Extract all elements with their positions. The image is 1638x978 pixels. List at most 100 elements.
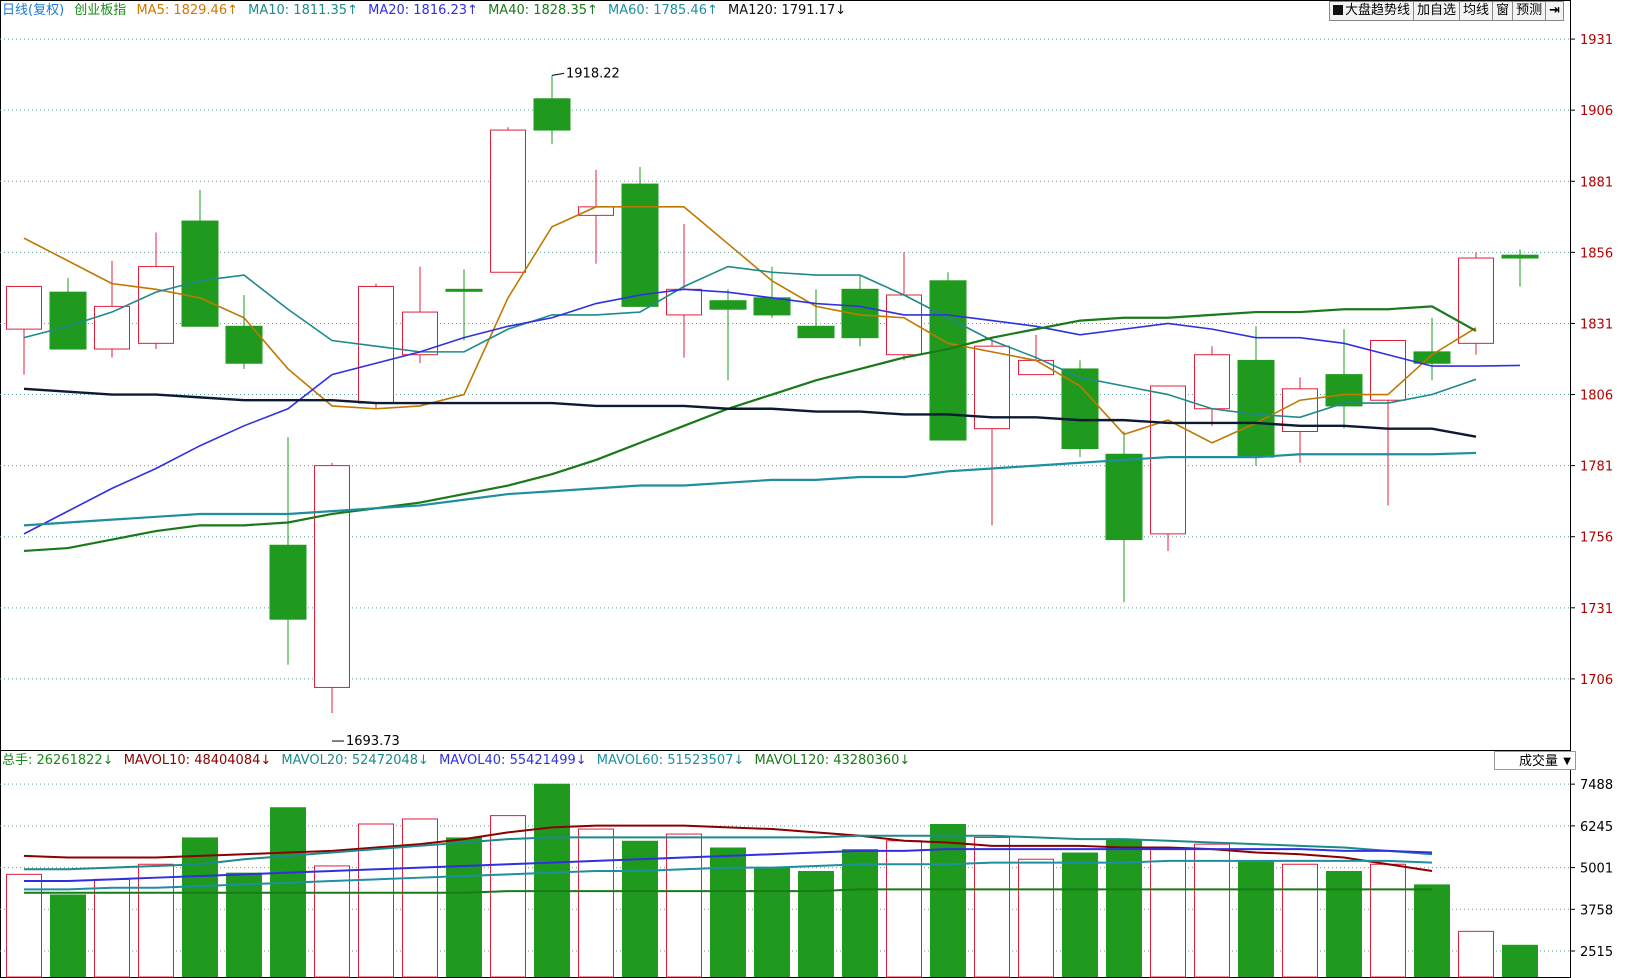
- volume-bar: [1458, 930, 1494, 978]
- volume-bar: [138, 863, 174, 978]
- mavol120-value: MAVOL120: 43280360↓: [754, 753, 911, 768]
- ma120-value: MA120: 1791.17↓: [728, 3, 847, 18]
- volume-bar: [622, 840, 658, 977]
- candle-body: [709, 300, 747, 310]
- candle-body: [1325, 374, 1363, 407]
- candle-body: [269, 544, 307, 620]
- volume-bar: [1018, 858, 1054, 978]
- candle-body: [49, 291, 87, 350]
- candle-body: [445, 288, 483, 292]
- volume-bar: [886, 840, 922, 978]
- volume-tick-label: 6245: [1580, 820, 1613, 835]
- volume-bar: [842, 849, 878, 977]
- volume-tick-label: 2515: [1580, 945, 1613, 960]
- candle-body: [490, 129, 526, 273]
- candle-body: [533, 98, 571, 131]
- volume-bar: [1194, 843, 1230, 978]
- volume-bar: [930, 824, 966, 977]
- price-tick-label: 1706: [1580, 673, 1613, 688]
- ma20-value: MA20: 1816.23↑: [368, 3, 478, 18]
- candle-body: [181, 220, 219, 327]
- toolbar: 大盘趋势线 加自选 均线 窗 预测 ⇥: [1329, 1, 1564, 21]
- mavol60-value: MAVOL60: 51523507↓: [596, 753, 745, 768]
- price-tick-label: 1906: [1580, 104, 1613, 119]
- candle-body: [1105, 453, 1143, 541]
- price-tick-label: 1781: [1580, 460, 1613, 475]
- volume-bar: [1062, 852, 1098, 977]
- candle-body: [138, 266, 174, 344]
- candle-body: [578, 206, 614, 216]
- annotation-label: 1693.73: [346, 734, 400, 749]
- price-tick-label: 1756: [1580, 531, 1613, 546]
- volume-bar: [1282, 863, 1318, 978]
- candle-body: [753, 297, 791, 316]
- candle-body: [1237, 359, 1275, 458]
- mavol10-value: MAVOL10: 48404084↓: [123, 753, 272, 768]
- volume-bar: [1502, 944, 1538, 977]
- candle-body: [1194, 354, 1230, 410]
- chevron-down-icon: ▼: [1563, 756, 1571, 767]
- candle-body: [1370, 340, 1406, 401]
- candle-body: [1150, 385, 1186, 535]
- volume-indicator-select[interactable]: 成交量 ▼: [1494, 751, 1576, 770]
- volume-bar: [226, 872, 262, 977]
- candle-body: [314, 465, 350, 688]
- candle-body: [621, 183, 659, 307]
- candle-body: [797, 325, 835, 339]
- ma60-value: MA60: 1785.46↑: [608, 3, 718, 18]
- exit-arrow-icon[interactable]: ⇥: [1545, 1, 1564, 21]
- price-tick-label: 1831: [1580, 317, 1613, 332]
- checkbox-icon: [1333, 5, 1344, 15]
- candle-body: [1501, 254, 1539, 259]
- candle-body: [1413, 351, 1451, 364]
- volume-tick-label: 5001: [1580, 862, 1613, 877]
- volume-bar: [314, 865, 350, 978]
- candle-body: [841, 288, 879, 339]
- volume-bar: [1414, 884, 1450, 977]
- total-volume-value: 总手: 26261822↓: [2, 753, 114, 768]
- volume-bar: [666, 833, 702, 978]
- ma-legend: 日线(复权) 创业板指 MA5: 1829.46↑ MA10: 1811.35↑…: [0, 0, 1292, 22]
- volume-bar: [1326, 870, 1362, 977]
- price-tick-label: 1806: [1580, 389, 1613, 404]
- candle-body: [1061, 368, 1099, 450]
- forecast-button[interactable]: 预测: [1512, 1, 1547, 21]
- volume-legend: 总手: 26261822↓ MAVOL10: 48404084↓ MAVOL20…: [0, 750, 1482, 772]
- candle-body: [6, 285, 42, 330]
- ma40-value: MA40: 1828.35↑: [488, 3, 598, 18]
- window-button[interactable]: 窗: [1492, 1, 1514, 21]
- volume-bar: [50, 894, 86, 977]
- price-tick-label: 1931: [1580, 33, 1613, 48]
- price-axis-ticks: 1931 1906 1881 1856 1831 1806 1781 1756 1731 1706: [1570, 33, 1613, 688]
- add-favorite-button[interactable]: 加自选: [1413, 1, 1461, 21]
- volume-bar: [1106, 839, 1142, 977]
- volume-bar: [534, 783, 570, 977]
- price-tick-label: 1881: [1580, 175, 1613, 190]
- ma10-value: MA10: 1811.35↑: [248, 3, 358, 18]
- average-line-button[interactable]: 均线: [1459, 1, 1494, 21]
- volume-bar: [1370, 863, 1406, 978]
- volume-bar: [94, 878, 130, 978]
- index-name: 创业板指: [74, 3, 127, 18]
- kline-chart[interactable]: 1931 1906 1881 1856 1831 1806 1781 1756 1731 1706…: [0, 0, 1638, 978]
- volume-tick-label: 7488: [1580, 778, 1613, 793]
- volume-bar: [974, 836, 1010, 978]
- volume-bar: [1238, 860, 1274, 977]
- price-tick-label: 1856: [1580, 246, 1613, 261]
- mavol40-value: MAVOL40: 55421499↓: [439, 753, 587, 768]
- volume-bar: [798, 870, 834, 977]
- trend-line-label: 大盘趋势线: [1345, 3, 1411, 18]
- trend-line-button[interactable]: 大盘趋势线: [1329, 1, 1415, 21]
- ma5-value: MA5: 1829.46↑: [136, 3, 238, 18]
- volume-indicator-label: 成交量: [1519, 754, 1559, 769]
- volume-bar: [446, 837, 482, 977]
- volume-tick-label: 3758: [1580, 903, 1613, 918]
- volume-axis-ticks: 7488 6245 5001 3758 2515: [1570, 778, 1613, 960]
- volume-bar: [578, 828, 614, 978]
- volume-bar: [754, 867, 790, 977]
- price-tick-label: 1731: [1580, 602, 1613, 617]
- annotation-label: 1918.22: [566, 66, 620, 81]
- period-label[interactable]: 日线(复权): [2, 3, 64, 18]
- mavol20-value: MAVOL20: 52472048↓: [281, 753, 429, 768]
- volume-bar: [182, 837, 218, 977]
